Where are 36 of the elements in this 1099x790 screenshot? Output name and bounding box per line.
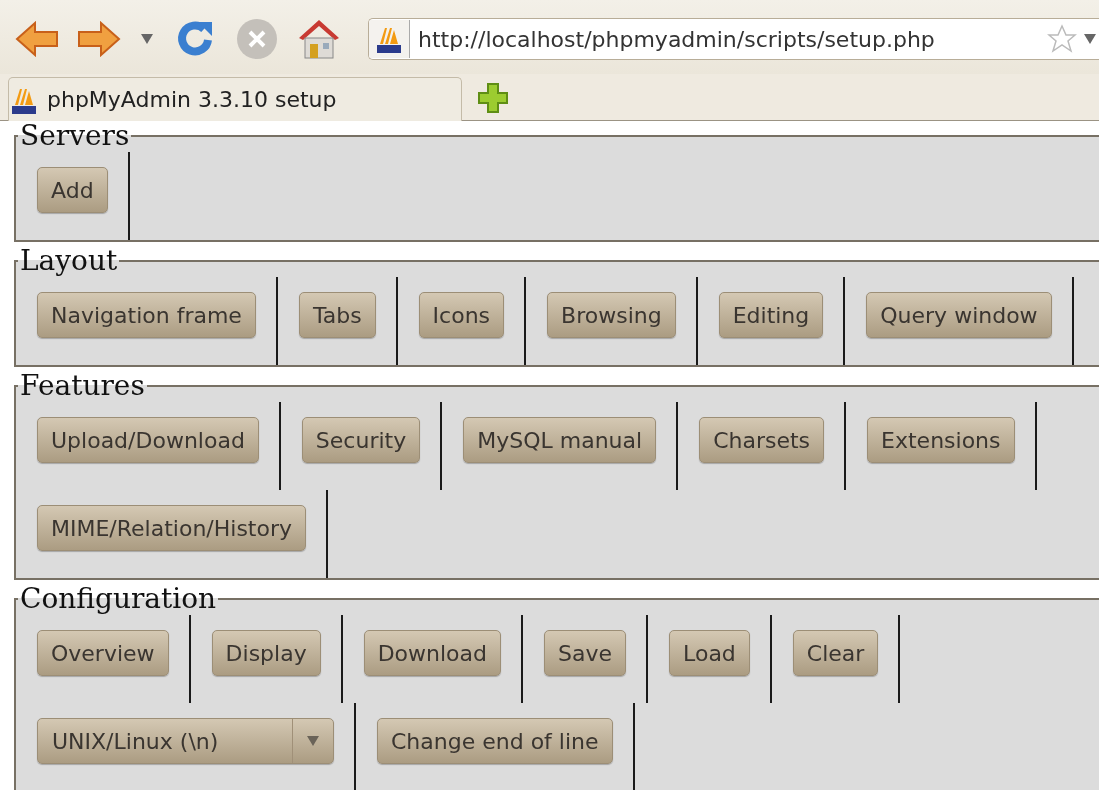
section-button[interactable]: Upload/Download: [37, 417, 259, 463]
section-button[interactable]: Charsets: [699, 417, 825, 463]
group-legend: Layout: [18, 246, 120, 276]
url-field[interactable]: http://localhost/phpmyadmin/scripts/setup.php: [368, 18, 1099, 60]
section-button[interactable]: Add: [37, 167, 108, 213]
section-button[interactable]: Extensions: [867, 417, 1015, 463]
dropdown-icon[interactable]: [140, 33, 154, 45]
forward-icon[interactable]: [77, 21, 121, 57]
section-button[interactable]: Load: [669, 630, 750, 676]
section-button[interactable]: MIME/Relation/History: [37, 505, 306, 551]
section-button[interactable]: Save: [544, 630, 627, 676]
section-button[interactable]: Navigation frame: [37, 292, 256, 338]
section-button[interactable]: MySQL manual: [463, 417, 657, 463]
new-tab-icon[interactable]: [477, 82, 509, 114]
dropdown-icon[interactable]: [1083, 33, 1097, 45]
section-button[interactable]: Overview: [37, 630, 169, 676]
stop-icon[interactable]: [236, 18, 278, 60]
group-legend: Configuration: [18, 584, 219, 614]
section-button[interactable]: Display: [211, 630, 321, 676]
section-button[interactable]: Icons: [418, 292, 505, 338]
caret-icon: [306, 735, 320, 747]
section-button[interactable]: Tabs: [298, 292, 376, 338]
group-legend: Features: [18, 371, 147, 401]
back-icon[interactable]: [15, 21, 59, 57]
home-icon[interactable]: [297, 18, 341, 60]
section-button[interactable]: Download: [363, 630, 502, 676]
browser-tab[interactable]: phpMyAdmin 3.3.10 setup: [8, 77, 462, 121]
section-button[interactable]: Browsing: [547, 292, 676, 338]
group-legend: Servers: [18, 121, 132, 151]
section-button[interactable]: Query window: [866, 292, 1052, 338]
section-button[interactable]: Security: [301, 417, 421, 463]
section-button[interactable]: Clear: [792, 630, 879, 676]
section-button[interactable]: Change end of line: [377, 718, 613, 764]
section-button[interactable]: Editing: [718, 292, 824, 338]
line-ending-dropdown[interactable]: UNIX/Linux (\n): [37, 718, 334, 764]
star-icon[interactable]: [1047, 24, 1077, 54]
